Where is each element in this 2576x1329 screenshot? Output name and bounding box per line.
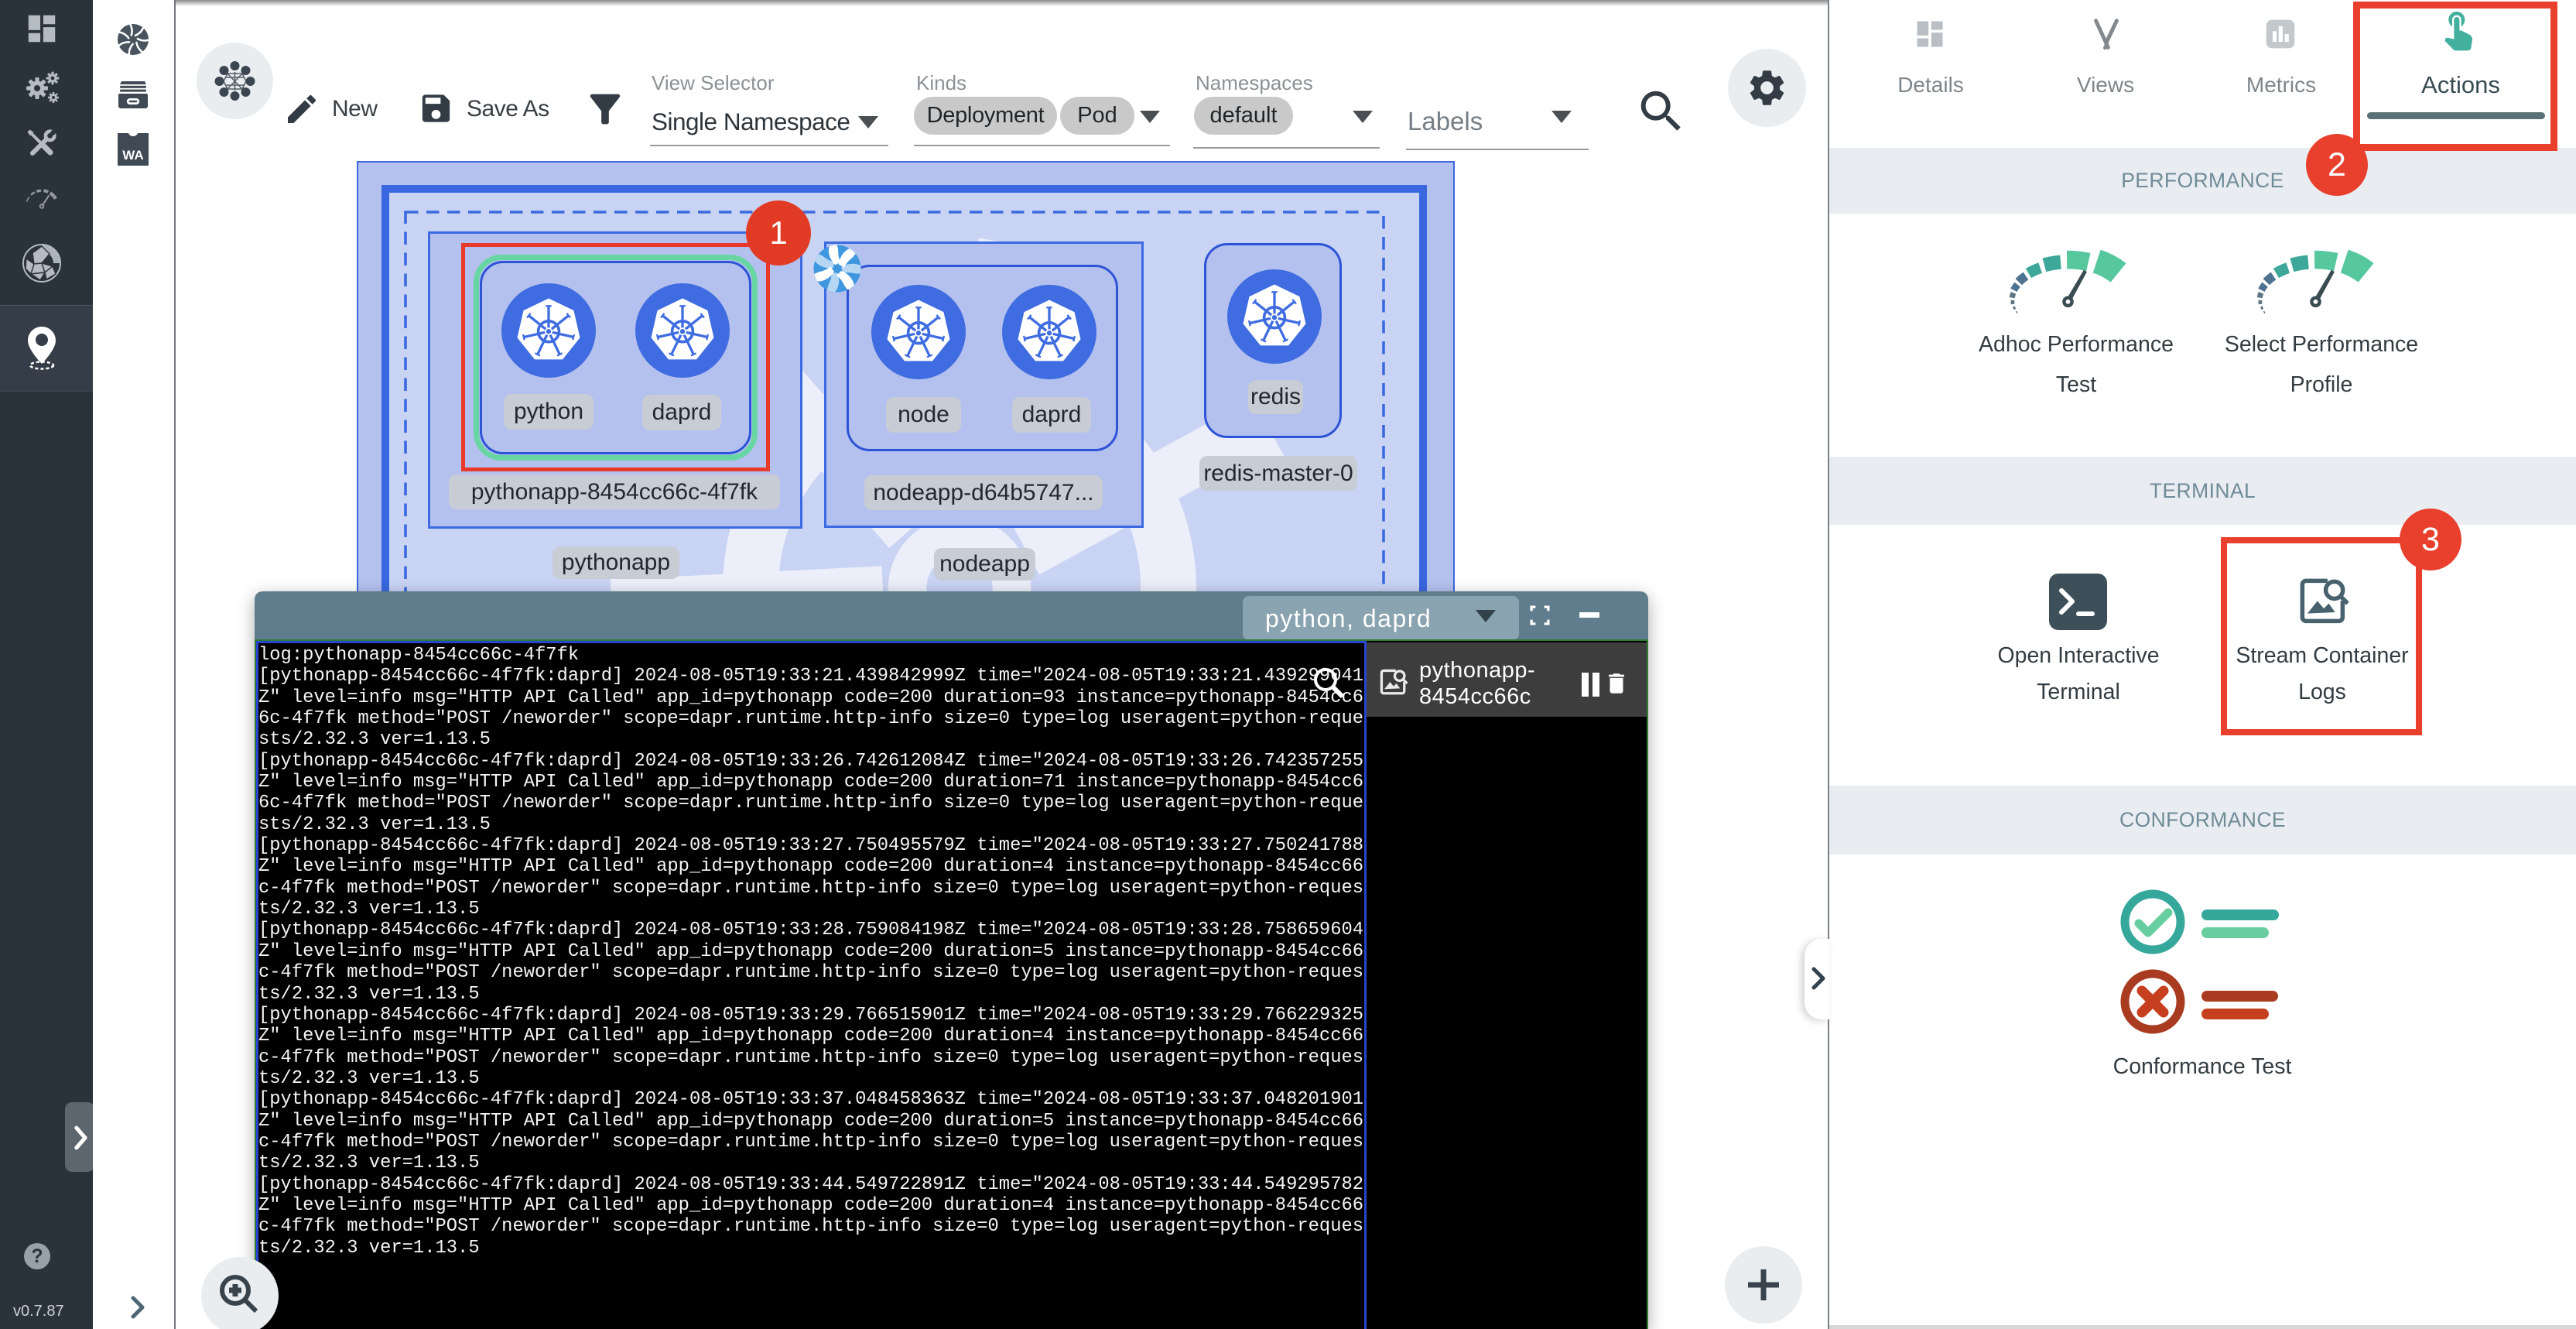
- svg-text:WA: WA: [122, 148, 143, 163]
